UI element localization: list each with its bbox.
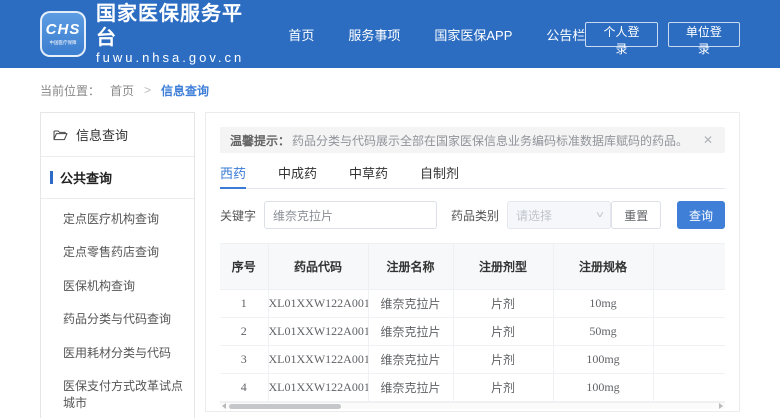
table-row-3: 4XL01XXW122A001040...维奈克拉片片剂100mg: [220, 374, 725, 402]
keyword-label: 关键字: [220, 207, 256, 224]
sidebar-title-info-query[interactable]: 信息查询: [41, 113, 194, 157]
scroll-right-icon[interactable]: [717, 403, 725, 410]
scroll-track[interactable]: [228, 403, 717, 410]
column-header-0: 序号: [220, 244, 268, 290]
drug-table-head: 序号药品代码注册名称注册剂型注册规格: [220, 244, 725, 290]
table-cell-3-0: 4: [220, 374, 268, 402]
sidebar-item-5[interactable]: 医保支付方式改革试点城市: [41, 370, 194, 418]
category-select[interactable]: 请选择 ˅: [507, 201, 611, 229]
category-placeholder: 请选择: [516, 207, 552, 224]
table-cell-3-5: [653, 374, 725, 402]
tab-3[interactable]: 自制剂: [420, 163, 459, 188]
column-header-1: 药品代码: [268, 244, 368, 290]
nav-item-3[interactable]: 公告栏: [546, 25, 585, 44]
site-title: 国家医保服务平台: [96, 2, 260, 50]
filter-row: 关键字 药品类别 请选择 ˅ 重置 查询: [220, 201, 725, 229]
logo-subtext: 中国医疗保障: [49, 39, 76, 45]
table-cell-0-5: [653, 290, 725, 318]
table-cell-2-5: [653, 346, 725, 374]
breadcrumb: 当前位置： 首页 > 信息查询: [0, 68, 780, 112]
header-row: 序号药品代码注册名称注册剂型注册规格: [220, 244, 725, 290]
scroll-thumb[interactable]: [229, 404, 341, 409]
scroll-left-icon[interactable]: [220, 403, 228, 410]
table-cell-2-3: 片剂: [453, 346, 553, 374]
search-button[interactable]: 查询: [677, 201, 725, 229]
column-header-4: 注册规格: [553, 244, 653, 290]
column-header-2: 注册名称: [368, 244, 453, 290]
table-cell-1-2: 维奈克拉片: [368, 318, 453, 346]
sidebar-item-0[interactable]: 定点医疗机构查询: [41, 203, 194, 236]
table-cell-2-4: 100mg: [553, 346, 653, 374]
category-label: 药品类别: [451, 207, 499, 224]
section-accent-bar: [50, 171, 53, 184]
breadcrumb-home[interactable]: 首页: [110, 82, 134, 99]
table-row-0: 1XL01XXW122A001010...维奈克拉片片剂10mg: [220, 290, 725, 318]
tab-bar: 西药 中成药 中草药 自制剂: [220, 163, 725, 189]
breadcrumb-prefix: 当前位置：: [40, 82, 100, 99]
chs-logo-icon[interactable]: CHS 中国医疗保障: [40, 11, 86, 57]
table-cell-1-4: 50mg: [553, 318, 653, 346]
notice-prefix: 温馨提示：: [230, 132, 290, 149]
site-title-block: 国家医保服务平台 fuwu.nhsa.gov.cn: [96, 2, 260, 66]
page: CHS 中国医疗保障 国家医保服务平台 fuwu.nhsa.gov.cn 首页 服…: [0, 0, 780, 418]
personal-login-button[interactable]: 个人登录: [585, 22, 657, 47]
breadcrumb-current[interactable]: 信息查询: [161, 82, 209, 99]
drug-table: 序号药品代码注册名称注册剂型注册规格 1XL01XXW122A001010...…: [220, 243, 725, 402]
drug-table-body: 1XL01XXW122A001010...维奈克拉片片剂10mg2XL01XXW…: [220, 290, 725, 402]
sidebar-item-2[interactable]: 医保机构查询: [41, 270, 194, 303]
header-nav: 首页 服务事项 国家医保APP 公告栏: [288, 25, 585, 44]
table-cell-3-2: 维奈克拉片: [368, 374, 453, 402]
tab-0[interactable]: 西药: [220, 163, 246, 188]
column-header-3: 注册剂型: [453, 244, 553, 290]
table-cell-1-5: [653, 318, 725, 346]
top-header: CHS 中国医疗保障 国家医保服务平台 fuwu.nhsa.gov.cn 首页 服…: [0, 0, 780, 68]
column-header-5: [653, 244, 725, 290]
sidebar-section-label: 公共查询: [60, 168, 112, 187]
nav-item-0[interactable]: 首页: [288, 25, 314, 44]
chevron-down-icon: ˅: [595, 210, 603, 221]
table-cell-2-1: XL01XXW122A001040...: [268, 346, 368, 374]
table-cell-3-3: 片剂: [453, 374, 553, 402]
sidebar-item-4[interactable]: 医用耗材分类与代码: [41, 337, 194, 370]
main-panel: 温馨提示： 药品分类与代码展示全部在国家医保信息业务编码标准数据库赋码的药品。 …: [205, 112, 740, 412]
sidebar-section-public-query[interactable]: 公共查询: [41, 157, 194, 199]
horizontal-scrollbar[interactable]: [220, 402, 725, 409]
close-icon[interactable]: ✕: [701, 133, 715, 147]
nav-item-2[interactable]: 国家医保APP: [434, 25, 512, 44]
notice-text: 药品分类与代码展示全部在国家医保信息业务编码标准数据库赋码的药品。: [292, 132, 701, 149]
table-cell-0-3: 片剂: [453, 290, 553, 318]
table-cell-0-4: 10mg: [553, 290, 653, 318]
table-cell-0-0: 1: [220, 290, 268, 318]
unit-login-button[interactable]: 单位登录: [668, 22, 740, 47]
folder-icon: [53, 129, 68, 141]
notice-bar: 温馨提示： 药品分类与代码展示全部在国家医保信息业务编码标准数据库赋码的药品。 …: [220, 127, 725, 153]
sidebar-list: 定点医疗机构查询定点零售药店查询医保机构查询药品分类与代码查询医用耗材分类与代码…: [41, 199, 194, 418]
nav-item-1[interactable]: 服务事项: [348, 25, 400, 44]
table-row-2: 3XL01XXW122A001040...维奈克拉片片剂100mg: [220, 346, 725, 374]
table-cell-2-2: 维奈克拉片: [368, 346, 453, 374]
table-cell-1-3: 片剂: [453, 318, 553, 346]
tab-1[interactable]: 中成药: [278, 163, 317, 188]
sidebar-title-label: 信息查询: [76, 125, 128, 144]
login-group: 个人登录单位登录: [585, 22, 740, 47]
table-row-1: 2XL01XXW122A001020...维奈克拉片片剂50mg: [220, 318, 725, 346]
tab-2[interactable]: 中草药: [349, 163, 388, 188]
table-cell-3-1: XL01XXW122A001040...: [268, 374, 368, 402]
sidebar-item-3[interactable]: 药品分类与代码查询: [41, 303, 194, 336]
sidebar: 信息查询 公共查询 定点医疗机构查询定点零售药店查询医保机构查询药品分类与代码查…: [40, 112, 195, 418]
site-domain: fuwu.nhsa.gov.cn: [96, 50, 260, 66]
table-cell-1-0: 2: [220, 318, 268, 346]
table-cell-0-1: XL01XXW122A001010...: [268, 290, 368, 318]
drug-table-wrap: 序号药品代码注册名称注册剂型注册规格 1XL01XXW122A001010...…: [220, 243, 725, 402]
keyword-input[interactable]: [264, 201, 437, 229]
reset-button[interactable]: 重置: [611, 201, 661, 229]
table-cell-2-0: 3: [220, 346, 268, 374]
breadcrumb-separator-icon: >: [144, 83, 151, 97]
table-cell-0-2: 维奈克拉片: [368, 290, 453, 318]
logo-abbr: CHS: [46, 22, 81, 37]
content: 信息查询 公共查询 定点医疗机构查询定点零售药店查询医保机构查询药品分类与代码查…: [0, 112, 780, 418]
sidebar-item-1[interactable]: 定点零售药店查询: [41, 236, 194, 269]
table-cell-3-4: 100mg: [553, 374, 653, 402]
table-cell-1-1: XL01XXW122A001020...: [268, 318, 368, 346]
